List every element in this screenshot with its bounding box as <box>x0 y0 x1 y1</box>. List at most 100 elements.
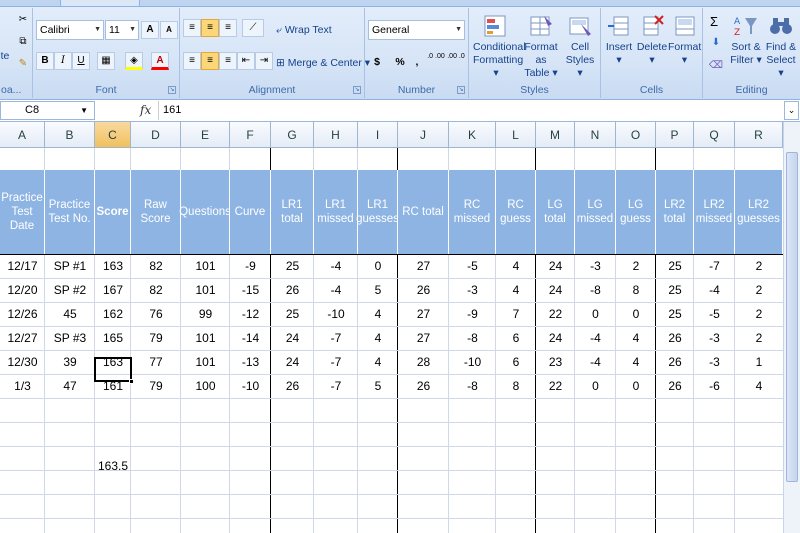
table-cell-m-r6[interactable]: 22 <box>536 375 575 398</box>
table-cell-h-r6[interactable]: -7 <box>314 375 358 398</box>
table-cell-d-r5[interactable]: 77 <box>131 351 181 374</box>
table-cell-m-r5[interactable]: 23 <box>536 351 575 374</box>
align-bottom-icon[interactable]: ≡ <box>219 19 237 37</box>
table-cell-a-r1[interactable]: 12/17 <box>0 255 45 278</box>
table-cell-b-r4[interactable]: SP #3 <box>45 327 95 350</box>
header-cell-j[interactable]: RC total <box>398 170 449 254</box>
table-cell-d-r1[interactable]: 82 <box>131 255 181 278</box>
table-cell-i-r3[interactable]: 4 <box>358 303 398 326</box>
table-cell-g-r5[interactable]: 24 <box>271 351 314 374</box>
table-cell-j-r4[interactable]: 27 <box>398 327 449 350</box>
table-cell-k-r4[interactable]: -8 <box>449 327 496 350</box>
header-cell-k[interactable]: RC missed <box>449 170 496 254</box>
column-header-m[interactable]: M <box>536 122 575 148</box>
chevron-down-icon[interactable]: ▼ <box>80 102 88 119</box>
table-cell-e-r3[interactable]: 99 <box>181 303 230 326</box>
paste-button-label[interactable]: te <box>0 46 10 66</box>
decrease-indent-icon[interactable]: ⇤ <box>237 52 255 70</box>
table-cell-h-r3[interactable]: -10 <box>314 303 358 326</box>
table-cell-g-r2[interactable]: 26 <box>271 279 314 302</box>
table-cell-d-r3[interactable]: 76 <box>131 303 181 326</box>
header-cell-m[interactable]: LG total <box>536 170 575 254</box>
table-cell-r-r6[interactable]: 4 <box>735 375 783 398</box>
currency-button[interactable]: $ <box>369 52 385 72</box>
table-cell-l-r3[interactable]: 7 <box>496 303 536 326</box>
font-color-icon[interactable]: A <box>151 52 169 70</box>
table-cell-n-r6[interactable]: 0 <box>575 375 616 398</box>
header-cell-a[interactable]: Practice Test Date <box>0 170 45 254</box>
header-cell-p[interactable]: LR2 total <box>656 170 694 254</box>
expand-formula-bar-icon[interactable]: ⌄ <box>784 101 799 120</box>
dialog-launcher-icon[interactable]: ↘ <box>353 86 361 94</box>
table-cell-r-r3[interactable]: 2 <box>735 303 783 326</box>
table-cell-r-r1[interactable]: 2 <box>735 255 783 278</box>
table-cell-b-r5[interactable]: 39 <box>45 351 95 374</box>
dialog-launcher-icon[interactable]: ↘ <box>457 86 465 94</box>
table-cell-l-r1[interactable]: 4 <box>496 255 536 278</box>
header-cell-e[interactable]: Questions <box>179 170 231 254</box>
column-header-d[interactable]: D <box>131 122 181 148</box>
table-cell-g-r6[interactable]: 26 <box>271 375 314 398</box>
table-cell-j-r2[interactable]: 26 <box>398 279 449 302</box>
table-cell-n-r5[interactable]: -4 <box>575 351 616 374</box>
table-cell-f-r1[interactable]: -9 <box>230 255 271 278</box>
fill-handle[interactable] <box>129 379 134 384</box>
align-center-icon[interactable]: ≡ <box>201 52 219 70</box>
column-header-l[interactable]: L <box>496 122 536 148</box>
active-cell-cursor[interactable] <box>94 357 134 384</box>
header-cell-o[interactable]: LG guess <box>616 170 656 254</box>
sort-filter-button[interactable]: AZ Sort & Filter ▾ <box>729 14 763 67</box>
table-cell-r-r5[interactable]: 1 <box>735 351 783 374</box>
table-cell-o-r5[interactable]: 4 <box>616 351 656 374</box>
table-cell-a-r2[interactable]: 12/20 <box>0 279 45 302</box>
bold-button[interactable]: B <box>36 52 54 70</box>
decrease-decimal-button[interactable]: .00 .0 <box>447 52 465 72</box>
format-button[interactable]: Format ▾ <box>668 14 701 67</box>
table-cell-o-r1[interactable]: 2 <box>616 255 656 278</box>
header-cell-b[interactable]: Practice Test No. <box>45 170 95 254</box>
scrollbar-thumb[interactable] <box>786 152 798 482</box>
column-header-r[interactable]: R <box>735 122 783 148</box>
table-cell-k-r3[interactable]: -9 <box>449 303 496 326</box>
column-header-p[interactable]: P <box>656 122 694 148</box>
table-cell-o-r6[interactable]: 0 <box>616 375 656 398</box>
table-cell-o-r4[interactable]: 4 <box>616 327 656 350</box>
merge-center-button[interactable]: ⊞ Merge & Center ▾ <box>276 53 370 73</box>
table-cell-o-r3[interactable]: 0 <box>616 303 656 326</box>
table-cell-p-r1[interactable]: 25 <box>656 255 694 278</box>
column-header-b[interactable]: B <box>45 122 95 148</box>
name-box[interactable]: C8 ▼ <box>0 101 95 120</box>
column-header-o[interactable]: O <box>616 122 656 148</box>
table-cell-q-r3[interactable]: -5 <box>694 303 735 326</box>
table-cell-m-r2[interactable]: 24 <box>536 279 575 302</box>
comma-button[interactable]: , <box>411 52 423 72</box>
table-cell-h-r4[interactable]: -7 <box>314 327 358 350</box>
table-cell-a-r3[interactable]: 12/26 <box>0 303 45 326</box>
table-cell-d-r6[interactable]: 79 <box>131 375 181 398</box>
table-cell-i-r2[interactable]: 5 <box>358 279 398 302</box>
table-cell-b-r1[interactable]: SP #1 <box>45 255 95 278</box>
percent-button[interactable]: % <box>393 52 407 72</box>
table-cell-q-r4[interactable]: -3 <box>694 327 735 350</box>
shrink-font-button[interactable]: A <box>160 21 178 39</box>
fill-color-icon[interactable]: ◈ <box>125 52 143 70</box>
table-cell-c-r4[interactable]: 165 <box>95 327 131 350</box>
vertical-scrollbar[interactable] <box>783 122 800 533</box>
header-cell-f[interactable]: Curve <box>230 170 271 254</box>
header-cell-i[interactable]: LR1 guesses <box>356 170 399 254</box>
insert-function-icon[interactable]: fx <box>140 101 158 120</box>
table-cell-f-r5[interactable]: -13 <box>230 351 271 374</box>
table-cell-k-r2[interactable]: -3 <box>449 279 496 302</box>
italic-button[interactable]: I <box>54 52 72 70</box>
table-cell-q-r2[interactable]: -4 <box>694 279 735 302</box>
table-cell-n-r2[interactable]: -8 <box>575 279 616 302</box>
insert-button[interactable]: Insert ▾ <box>603 14 635 67</box>
underline-button[interactable]: U <box>72 52 90 70</box>
table-cell-p-r3[interactable]: 25 <box>656 303 694 326</box>
header-cell-c[interactable]: Score <box>95 170 131 254</box>
align-right-icon[interactable]: ≡ <box>219 52 237 70</box>
header-cell-r[interactable]: LR2 guesses <box>735 170 783 254</box>
table-cell-m-r4[interactable]: 24 <box>536 327 575 350</box>
table-cell-d-r2[interactable]: 82 <box>131 279 181 302</box>
table-cell-a-r6[interactable]: 1/3 <box>0 375 45 398</box>
